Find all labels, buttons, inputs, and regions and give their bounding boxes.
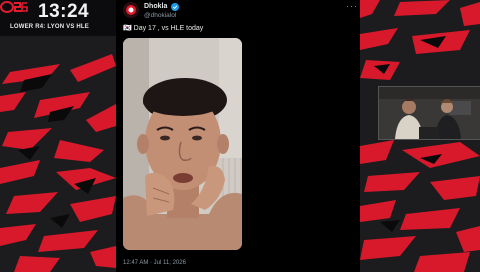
webcam-image: [379, 87, 480, 139]
verified-badge-icon: [171, 3, 179, 11]
match-label: LOWER R4: LYON VS HLE: [10, 24, 89, 30]
profile-picture-icon: [123, 2, 139, 18]
event-logo-icon: [0, 1, 28, 13]
avatar[interactable]: [123, 2, 139, 18]
author-name[interactable]: Dhokla: [144, 3, 167, 10]
tweet-text: 🇰🇷 Day 17 , vs HLE today: [123, 25, 204, 32]
scoreboard-bar: 13:24 LOWER R4: LYON VS HLE: [0, 0, 116, 36]
more-options-icon[interactable]: ···: [346, 1, 358, 11]
left-decor-panel: 13:24 LOWER R4: LYON VS HLE: [0, 0, 116, 272]
match-timer: 13:24: [38, 1, 90, 22]
selfie-video-frame: [123, 38, 242, 250]
tweet-card: Dhokla @dhokialol ··· 🇰🇷 Day 17 , vs HLE…: [116, 0, 360, 272]
tweet-timestamp[interactable]: 12:47 AM · Jul 11, 2026: [123, 260, 186, 266]
red-shard-pattern: [0, 0, 116, 272]
author-handle[interactable]: @dhokialol: [144, 12, 176, 19]
webcam-feed: [378, 86, 480, 140]
tweet-video[interactable]: [123, 38, 242, 250]
